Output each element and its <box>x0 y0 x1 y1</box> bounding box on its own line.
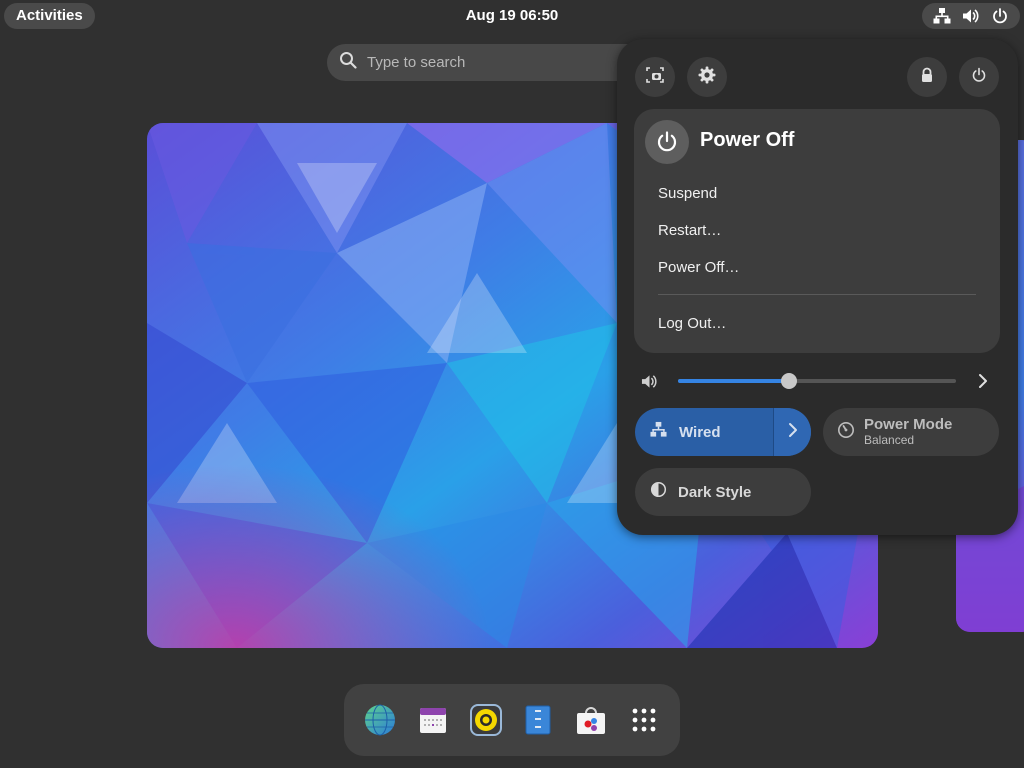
screenshot-icon <box>646 66 664 89</box>
chevron-right-icon <box>788 422 798 443</box>
dark-style-icon <box>650 481 667 503</box>
search-entry[interactable] <box>327 44 657 81</box>
rhythmbox-icon[interactable] <box>466 700 506 740</box>
wired-menu-button[interactable] <box>773 408 811 456</box>
wired-label: Wired <box>679 423 721 441</box>
suspend-menu-item[interactable]: Suspend <box>658 185 717 202</box>
volume-icon <box>962 7 980 25</box>
power-off-menu-item[interactable]: Power Off… <box>658 259 739 276</box>
lock-icon <box>919 67 935 88</box>
app-grid-icon[interactable] <box>624 700 664 740</box>
dark-style-toggle[interactable]: Dark Style <box>635 468 811 516</box>
power-icon <box>971 67 987 88</box>
clock-container: Aug 19 06:50 <box>0 0 1024 32</box>
power-icon <box>991 7 1009 25</box>
file-manager-icon[interactable] <box>518 700 558 740</box>
volume-slider-fill <box>678 379 790 383</box>
software-store-icon[interactable] <box>571 700 611 740</box>
power-icon <box>645 120 689 164</box>
log-out-menu-item[interactable]: Log Out… <box>658 315 726 332</box>
restart-menu-item[interactable]: Restart… <box>658 222 721 239</box>
power-off-submenu: Power Off Suspend Restart… Power Off… Lo… <box>634 109 1000 353</box>
system-menu-button[interactable] <box>922 3 1020 29</box>
screenshot-button[interactable] <box>635 57 675 97</box>
volume-slider[interactable] <box>678 373 956 389</box>
power-submenu-title: Power Off <box>700 129 795 151</box>
lock-button[interactable] <box>907 57 947 97</box>
power-menu-button[interactable] <box>959 57 999 97</box>
settings-icon <box>698 66 716 89</box>
power-profile-icon <box>837 421 855 444</box>
dark-style-label: Dark Style <box>678 483 752 501</box>
volume-row <box>641 371 991 391</box>
power-mode-toggle[interactable]: Power Mode Balanced <box>823 408 999 456</box>
power-mode-subtitle: Balanced <box>864 433 915 447</box>
top-bar: Activities Aug 19 06:50 <box>0 0 1024 32</box>
web-browser-icon[interactable] <box>360 700 400 740</box>
menu-separator <box>658 294 976 295</box>
clock-button[interactable]: Aug 19 06:50 <box>466 7 559 24</box>
calendar-icon[interactable] <box>413 700 453 740</box>
wired-toggle-main[interactable]: Wired <box>635 408 773 456</box>
power-mode-text: Power Mode Balanced <box>864 416 952 448</box>
network-wired-icon <box>650 421 667 443</box>
chevron-right-icon[interactable] <box>977 373 989 394</box>
wired-toggle[interactable]: Wired <box>635 408 811 456</box>
power-mode-title: Power Mode <box>864 416 953 433</box>
search-icon <box>339 51 357 74</box>
search-input[interactable] <box>367 54 627 71</box>
settings-button[interactable] <box>687 57 727 97</box>
volume-slider-handle[interactable] <box>781 373 798 389</box>
volume-icon[interactable] <box>641 373 658 395</box>
dash <box>344 684 680 756</box>
quick-settings-menu: Power Off Suspend Restart… Power Off… Lo… <box>617 39 1018 535</box>
network-wired-icon <box>933 7 951 25</box>
activities-button[interactable]: Activities <box>4 3 95 29</box>
